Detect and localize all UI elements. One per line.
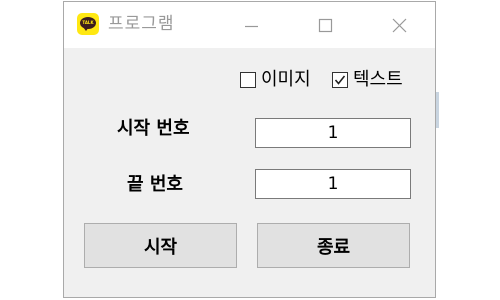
minimize-icon <box>245 25 258 28</box>
icon-talk-text: TALK <box>82 20 94 25</box>
speech-bubble-tail <box>83 27 89 31</box>
app-window: TALK 프로그램 이미지 텍스트 시작 번호 1 끝 번호 1 시작 종료 <box>63 1 436 298</box>
background-window-edge <box>436 92 439 128</box>
end-number-label: 끝 번호 <box>127 174 183 195</box>
text-checkbox-box[interactable] <box>332 72 348 88</box>
start-number-input[interactable] <box>255 118 411 148</box>
title-bar[interactable]: TALK 프로그램 <box>64 2 435 48</box>
window-title: 프로그램 <box>108 14 175 34</box>
minimize-button[interactable] <box>228 2 274 48</box>
maximize-button[interactable] <box>303 2 349 48</box>
text-checkbox-label: 텍스트 <box>353 69 403 90</box>
close-button[interactable] <box>377 2 423 48</box>
quit-button[interactable]: 종료 <box>257 223 410 268</box>
image-checkbox-box[interactable] <box>240 72 256 88</box>
end-number-input[interactable] <box>255 169 411 199</box>
kakaotalk-icon: TALK <box>77 13 99 35</box>
close-icon <box>392 18 407 33</box>
checkmark-icon <box>334 75 346 85</box>
desktop: TALK 프로그램 이미지 텍스트 시작 번호 1 끝 번호 1 시작 종료 <box>0 0 500 300</box>
start-button[interactable]: 시작 <box>84 223 237 268</box>
start-number-label: 시작 번호 <box>117 118 190 139</box>
maximize-icon <box>318 18 333 33</box>
image-checkbox-label: 이미지 <box>261 69 311 90</box>
